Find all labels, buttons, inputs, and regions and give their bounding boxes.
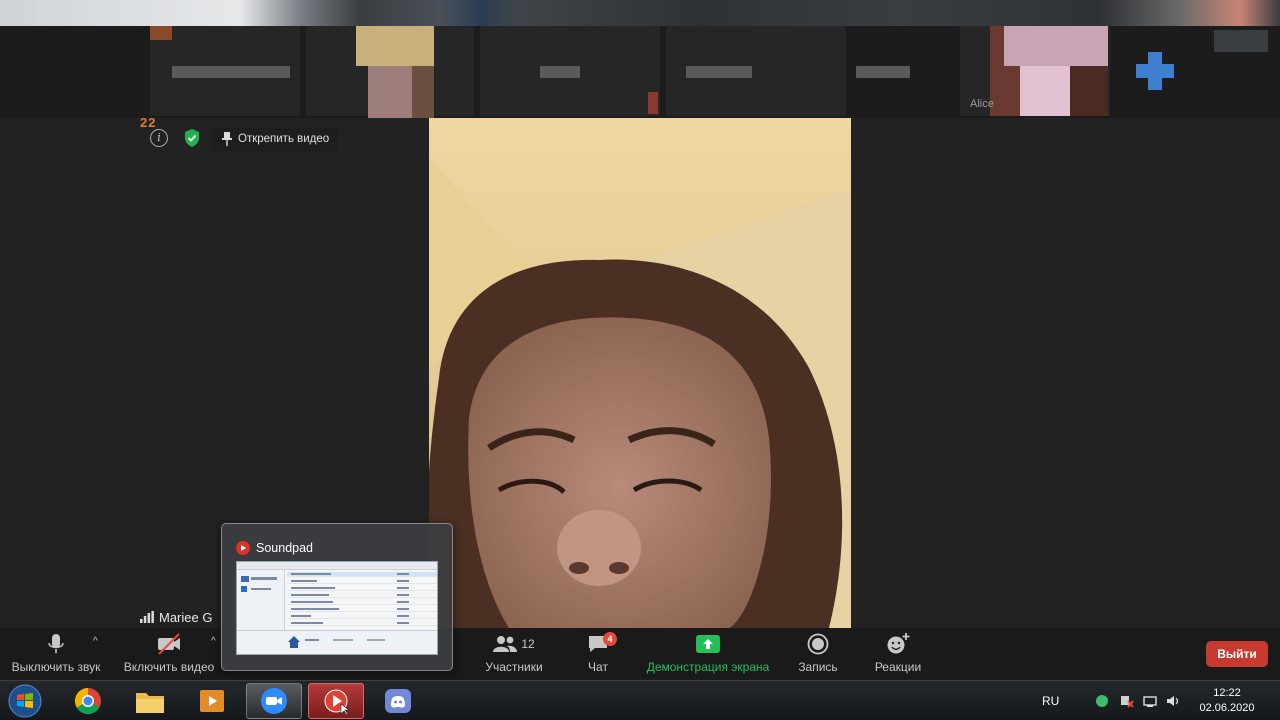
speaker-name: Mariee G xyxy=(159,609,213,625)
reactions-icon xyxy=(887,633,910,654)
unpin-video-label: Открепить видео xyxy=(238,133,330,145)
shield-icon[interactable] xyxy=(183,128,201,148)
soundpad-logo-icon xyxy=(236,541,250,555)
taskbar-chrome[interactable] xyxy=(60,683,116,719)
participant-name: Alice xyxy=(970,98,994,110)
leave-meeting-button[interactable]: Выйти xyxy=(1206,641,1268,667)
participant-tile[interactable] xyxy=(480,26,660,116)
pin-icon xyxy=(222,132,232,146)
action-center-icon[interactable] xyxy=(1143,694,1157,708)
strip-top-bar xyxy=(0,0,1280,26)
file-explorer-icon xyxy=(136,693,164,713)
record-label: Запись xyxy=(798,660,838,674)
participants-icon xyxy=(493,636,518,652)
share-screen-label: Демонстрация экрана xyxy=(646,660,770,674)
media-player-icon xyxy=(200,690,224,712)
record-button[interactable]: Запись xyxy=(796,628,840,680)
start-video-label: Включить видео xyxy=(123,660,215,674)
input-language[interactable]: RU xyxy=(1042,681,1059,720)
chrome-icon xyxy=(74,687,101,715)
blurred-avatar xyxy=(1136,52,1174,90)
preview-toolbar xyxy=(237,562,437,570)
participants-button[interactable]: 12 Участники xyxy=(482,628,546,680)
discord-icon xyxy=(385,689,411,713)
blurred-name xyxy=(172,66,290,78)
participant-tile[interactable] xyxy=(150,26,300,116)
windows-logo-icon xyxy=(8,684,42,718)
mute-label: Выключить звук xyxy=(11,660,101,674)
taskbar-zoom[interactable] xyxy=(246,683,302,719)
info-icon[interactable]: i xyxy=(150,129,168,147)
blurred-name xyxy=(540,66,580,78)
mute-button[interactable]: Выключить звук xyxy=(8,628,104,680)
preview-sidebar xyxy=(237,570,285,632)
participant-tile[interactable] xyxy=(666,26,910,116)
volume-icon[interactable] xyxy=(1166,694,1180,708)
system-clock[interactable]: 12:22 02.06.2020 xyxy=(1196,686,1258,716)
chat-unread-badge: 4 xyxy=(603,632,617,646)
preview-footer xyxy=(237,630,437,654)
video-frame xyxy=(429,118,851,628)
participant-number-badge: 22 xyxy=(140,115,157,130)
clock-date: 02.06.2020 xyxy=(1199,702,1255,714)
window-preview[interactable] xyxy=(236,561,438,655)
status-online-icon[interactable] xyxy=(1095,694,1109,708)
participants-label: Участники xyxy=(485,660,543,674)
main-video[interactable] xyxy=(429,118,851,628)
audio-options-caret[interactable]: ^ xyxy=(93,636,98,647)
chat-label: Чат xyxy=(588,660,608,674)
clock-time: 12:22 xyxy=(1213,687,1241,699)
start-button[interactable] xyxy=(4,683,46,719)
speaker-name-label: Mariee G xyxy=(140,607,212,627)
participant-tile[interactable]: Alice xyxy=(960,26,1110,116)
share-screen-icon xyxy=(696,635,720,653)
popup-title: Soundpad xyxy=(236,541,313,555)
taskbar-thumbnail-popup[interactable]: Soundpad xyxy=(221,523,453,671)
home-icon xyxy=(288,636,300,648)
blurred-control xyxy=(1214,30,1268,52)
share-screen-button[interactable]: Демонстрация экрана xyxy=(646,628,770,680)
video-off-icon xyxy=(158,633,180,655)
zoom-icon xyxy=(261,688,287,714)
participant-tile[interactable] xyxy=(306,26,474,118)
taskbar-discord[interactable] xyxy=(370,683,426,719)
taskbar-soundpad[interactable] xyxy=(308,683,364,719)
participant-strip: Alice xyxy=(0,0,1280,118)
reactions-button[interactable]: Реакции xyxy=(872,628,924,680)
participants-count: 12 xyxy=(521,637,535,651)
reactions-label: Реакции xyxy=(874,660,922,674)
video-options-caret[interactable]: ^ xyxy=(211,636,216,647)
windows-taskbar: RU 12:22 02.06.2020 xyxy=(0,680,1280,720)
chat-button[interactable]: 4 Чат xyxy=(580,628,617,680)
taskbar-media-player[interactable] xyxy=(184,683,240,719)
taskbar-file-explorer[interactable] xyxy=(122,683,178,719)
network-disconnected-icon[interactable] xyxy=(1120,694,1134,708)
start-video-button[interactable]: Включить видео xyxy=(122,628,216,680)
meeting-toolbar: Выключить звук ^ Включить видео ^ 12 Уча… xyxy=(0,628,1280,680)
soundpad-icon xyxy=(324,689,350,716)
record-icon xyxy=(807,633,829,655)
microphone-icon xyxy=(48,634,64,653)
popup-app-name: Soundpad xyxy=(256,541,314,555)
blurred-name xyxy=(686,66,752,78)
signal-strength-icon xyxy=(140,611,154,623)
blurred-name xyxy=(856,66,910,78)
unpin-video-button[interactable]: Открепить видео xyxy=(212,127,340,151)
